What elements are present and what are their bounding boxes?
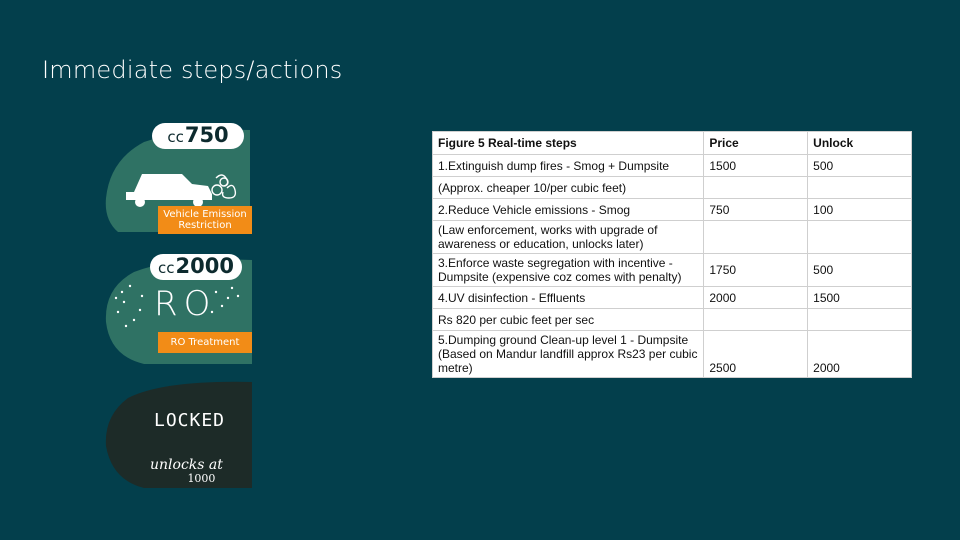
cell-step: 5.Dumping ground Clean-up level 1 - Dump… xyxy=(431,330,705,378)
cell-step: 3.Enforce waste segregation with incenti… xyxy=(431,253,705,287)
locked-label: LOCKED xyxy=(154,410,226,431)
cell-price: 1500 xyxy=(703,154,809,177)
cell-unlock xyxy=(807,308,912,331)
ro-price: 2000 xyxy=(175,254,234,278)
unlock-text: unlocks at xyxy=(150,457,223,473)
unlock-value: 1000 xyxy=(187,472,216,485)
cell-step: (Law enforcement, works with upgrade of … xyxy=(431,220,705,254)
cell-step: Rs 820 per cubic feet per sec xyxy=(431,308,705,331)
ro-treatment-card[interactable]: cc 2000 RO RO Treatment xyxy=(104,252,254,364)
table-row: 1.Extinguish dump fires - Smog + Dumpsit… xyxy=(431,154,912,177)
cell-price: 750 xyxy=(703,198,809,221)
header-steps: Figure 5 Real-time steps xyxy=(431,131,705,155)
ro-treatment-tag: RO Treatment xyxy=(158,332,252,353)
slide: Immediate steps/actions cc 750 Vehicle E… xyxy=(0,0,960,540)
cell-unlock: 2000 xyxy=(807,330,912,378)
cell-unlock: 1500 xyxy=(807,286,912,309)
header-price: Price xyxy=(703,131,809,155)
currency-label: cc xyxy=(167,128,184,146)
cell-unlock: 500 xyxy=(807,253,912,287)
ro-center-text: RO xyxy=(154,284,217,324)
cell-step: 1.Extinguish dump fires - Smog + Dumpsit… xyxy=(431,154,705,177)
tag-line2: Restriction xyxy=(178,220,232,231)
ro-price-pill: cc 2000 xyxy=(150,254,242,280)
cell-unlock: 500 xyxy=(807,154,912,177)
table-row: Rs 820 per cubic feet per sec xyxy=(431,308,912,331)
table-row: (Law enforcement, works with upgrade of … xyxy=(431,220,912,254)
cell-price xyxy=(703,176,809,199)
table-row: 2.Reduce Vehicle emissions - Smog 750 10… xyxy=(431,198,912,221)
header-unlock: Unlock xyxy=(807,131,912,155)
cell-price: 1750 xyxy=(703,253,809,287)
cell-unlock xyxy=(807,176,912,199)
cell-step: 4.UV disinfection - Effluents xyxy=(431,286,705,309)
cell-unlock: 100 xyxy=(807,198,912,221)
locked-card[interactable]: LOCKED unlocks at 1000 xyxy=(104,380,254,490)
cell-unlock xyxy=(807,220,912,254)
vehicle-price: 750 xyxy=(184,123,229,147)
cell-step: 2.Reduce Vehicle emissions - Smog xyxy=(431,198,705,221)
cell-step: (Approx. cheaper 10/per cubic feet) xyxy=(431,176,705,199)
cell-price xyxy=(703,308,809,331)
table-row: (Approx. cheaper 10/per cubic feet) xyxy=(431,176,912,199)
currency-label: cc xyxy=(158,259,175,277)
table-header-row: Figure 5 Real-time steps Price Unlock xyxy=(431,131,912,155)
vehicle-emission-tag: Vehicle Emission Restriction xyxy=(158,206,252,234)
cell-price: 2500 xyxy=(703,330,809,378)
cell-price: 2000 xyxy=(703,286,809,309)
table-row: 3.Enforce waste segregation with incenti… xyxy=(431,253,912,287)
table-row: 4.UV disinfection - Effluents 2000 1500 xyxy=(431,286,912,309)
tag-line1: Vehicle Emission xyxy=(163,209,247,220)
vehicle-price-pill: cc 750 xyxy=(152,123,244,149)
cell-price xyxy=(703,220,809,254)
real-time-steps-table: Figure 5 Real-time steps Price Unlock 1.… xyxy=(431,131,912,378)
table-row: 5.Dumping ground Clean-up level 1 - Dump… xyxy=(431,330,912,378)
unlock-info: unlocks at 1000 xyxy=(150,458,223,486)
vehicle-emission-card[interactable]: cc 750 Vehicle Emission Restriction xyxy=(104,120,254,235)
slide-title: Immediate steps/actions xyxy=(42,56,343,84)
